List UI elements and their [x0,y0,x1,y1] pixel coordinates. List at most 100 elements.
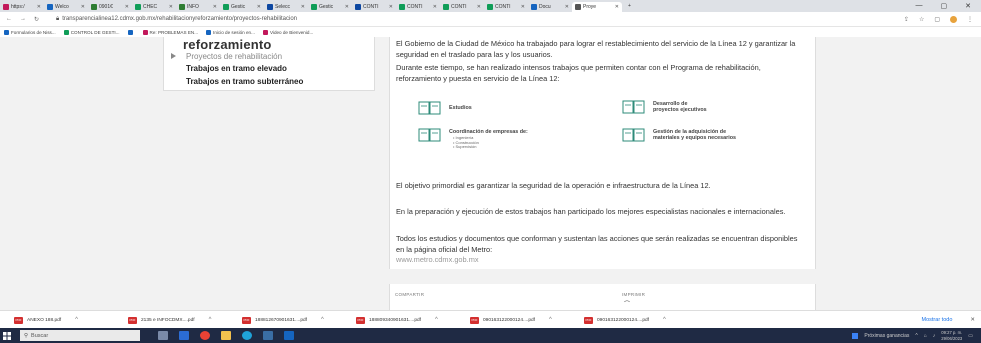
download-options-chevron-icon[interactable]: ^ [435,317,438,323]
store-app-icon[interactable] [263,331,273,340]
tab-close-icon[interactable]: ✕ [257,4,261,10]
browser-tab[interactable]: CHEC ✕ [132,2,176,12]
taskbar-search[interactable]: ⚲ Buscar [20,330,140,341]
intro-paragraph: El Gobierno de la Ciudad de México ha tr… [396,39,796,59]
windows-taskbar: ⚲ Buscar Próximas ganancias ^ ⌂ ♪ 09:27 … [0,328,981,343]
edge-app-icon[interactable] [242,331,252,340]
star-icon[interactable]: ☆ [919,16,924,23]
tab-close-icon[interactable]: ✕ [213,4,217,10]
browser-tab[interactable]: CONTI ✕ [440,2,484,12]
chrome-app-icon[interactable] [200,331,210,340]
tab-close-icon[interactable]: ✕ [37,4,41,10]
browser-tab[interactable]: https:/ ✕ [0,2,44,12]
print-label[interactable]: IMPRIMIR [622,292,645,297]
browser-tab[interactable]: CONTI ✕ [352,2,396,12]
tab-favicon-icon [91,4,97,10]
bookmark-favicon-icon [4,29,9,35]
print-icon[interactable]: ⌒ [624,299,630,308]
download-item[interactable]: PDF 188812670901631....pdf ^ [228,316,342,324]
tab-close-icon[interactable]: ✕ [389,4,393,10]
profile-avatar[interactable] [950,15,957,23]
tab-close-icon[interactable]: ✕ [301,4,305,10]
reload-icon[interactable]: ↻ [34,16,39,23]
sidebar-icon[interactable]: ▢ [934,16,940,23]
browser-tab[interactable]: CONTI ✕ [396,2,440,12]
bookmark-item[interactable]: Video de Bienvenid... [262,29,313,35]
download-item[interactable]: PDF 090163122000124....pdf ^ [456,316,570,324]
close-window-button[interactable]: ✕ [965,2,971,10]
browser-tab[interactable]: 0901€ ✕ [88,2,132,12]
url-field[interactable]: 🔒︎ transparencialinea12.cdmx.gob.mx/reha… [56,16,297,23]
close-downloads-icon[interactable]: ✕ [970,317,975,323]
tab-label: CONTI [407,4,423,10]
tab-close-icon[interactable]: ✕ [565,4,569,10]
card-estudios-label: Estudios [449,105,472,111]
explorer-app-icon[interactable] [221,331,231,340]
back-icon[interactable]: ← [6,16,12,23]
tab-close-icon[interactable]: ✕ [477,4,481,10]
download-options-chevron-icon[interactable]: ^ [321,317,324,323]
tab-close-icon[interactable]: ✕ [521,4,525,10]
forward-icon[interactable]: → [20,16,26,23]
bookmark-label: Formularios de Niss... [11,29,56,35]
download-options-chevron-icon[interactable]: ^ [549,317,552,323]
outlook-app-icon[interactable] [284,331,294,340]
browser-tab[interactable]: CONTI ✕ [484,2,528,12]
tab-close-icon[interactable]: ✕ [345,4,349,10]
menu-icon[interactable]: ⋮ [967,16,973,23]
tab-favicon-icon [575,4,581,10]
download-filename: 090163122000124....pdf [597,317,650,323]
lock-icon: 🔒︎ [56,15,60,22]
download-item[interactable]: PDF 090163122000124....pdf ^ [570,316,684,324]
nav-item-tramo-elevado[interactable]: Trabajos en tramo elevado [186,64,287,73]
tab-close-icon[interactable]: ✕ [615,4,619,10]
specialists-paragraph: En la preparación y ejecución de estos t… [396,207,786,216]
browser-tab[interactable]: Gestic ✕ [308,2,352,12]
bookmark-item[interactable]: CONTROL DE GESTI... [63,29,120,35]
download-item[interactable]: PDF 2135 e INFOCDMX....pdf ^ [114,316,228,324]
browser-tab[interactable]: Gestic ✕ [220,2,264,12]
notifications-icon[interactable]: ▭ [968,333,973,339]
bookmark-item[interactable]: Inicio de sesión en... [206,29,255,35]
show-all-button[interactable]: Mostrar todo [922,317,953,323]
volume-icon[interactable]: ♪ [933,333,936,339]
tab-close-icon[interactable]: ✕ [169,4,173,10]
download-options-chevron-icon[interactable]: ^ [209,317,212,323]
browser-tab[interactable]: Docu ✕ [528,2,572,12]
mail-app-icon[interactable] [179,331,189,340]
minimize-button[interactable]: — [916,2,923,10]
browser-tab[interactable]: INFO ✕ [176,2,220,12]
bookmark-item[interactable]: Formularios de Niss... [4,29,56,35]
download-item[interactable]: PDF 188809340901631....pdf ^ [342,316,456,324]
metro-link[interactable]: www.metro.cdmx.gob.mx [396,255,479,264]
tray-chevron-icon[interactable]: ^ [915,333,917,339]
taskbar-search-placeholder: Buscar [31,332,49,339]
new-tab-button[interactable]: + [622,3,637,9]
tab-close-icon[interactable]: ✕ [125,4,129,10]
browser-tab[interactable]: Welco ✕ [44,2,88,12]
nav-item-tramo-subterraneo[interactable]: Trabajos en tramo subterráneo [186,77,303,86]
download-item[interactable]: PDF ANEXO 188.pdf ^ [0,316,114,324]
news-widget-text[interactable]: Próximas ganancias [864,333,909,339]
windows-start-icon[interactable] [0,328,14,343]
bookmark-item[interactable]: Re: PROBLEMAS EN... [142,29,198,35]
nav-item-proyectos[interactable]: Proyectos de rehabilitación [186,52,282,61]
search-icon: ⚲ [24,332,29,339]
browser-tab[interactable]: Selecc ✕ [264,2,308,12]
download-options-chevron-icon[interactable]: ^ [75,317,78,323]
bookmark-item[interactable] [127,29,135,35]
books-icon [418,101,441,115]
downloads-bar: PDF ANEXO 188.pdf ^ PDF 2135 e INFOCDMX....p… [0,310,981,329]
toolbar-right: ⇪ ☆ ▢ ⋮ [904,15,981,23]
maximize-button[interactable]: ▢ [941,2,948,10]
tab-close-icon[interactable]: ✕ [81,4,85,10]
system-tray: Próximas ganancias ^ ⌂ ♪ 09:27 p. m. 29/… [852,330,981,342]
news-widget-icon[interactable] [852,332,859,339]
browser-tab[interactable]: Proye ✕ [572,2,622,12]
tab-close-icon[interactable]: ✕ [433,4,437,10]
share-icon[interactable]: ⇪ [904,16,909,23]
network-icon[interactable]: ⌂ [924,333,927,339]
taskview-icon[interactable] [158,331,168,340]
clock[interactable]: 09:27 p. m. 29/06/2023 [941,330,962,342]
download-options-chevron-icon[interactable]: ^ [663,317,666,323]
